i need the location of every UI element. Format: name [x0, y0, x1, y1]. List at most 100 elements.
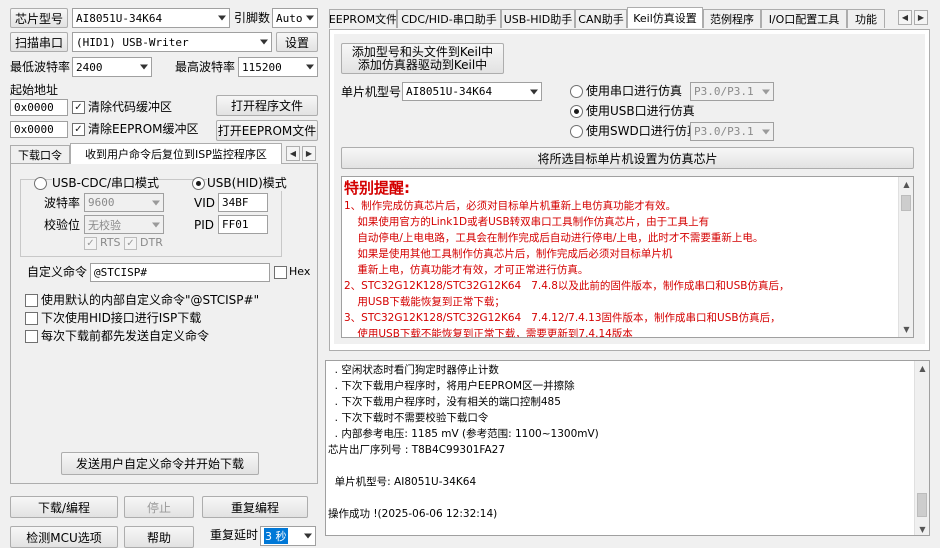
tab-reset-to-isp[interactable]: 收到用户命令后复位到ISP监控程序区 — [70, 143, 282, 164]
repeat-delay-select[interactable]: 3 秒 — [260, 526, 316, 546]
sim-swd-port-value: P3.0/P3.1 — [694, 125, 754, 138]
set-sim-chip-button[interactable]: 将所选目标单片机设置为仿真芯片 — [341, 147, 914, 169]
sim-swd-radio[interactable] — [570, 125, 583, 138]
chip-model-value: AI8051U-34K64 — [76, 11, 163, 25]
log-line: . 空闲状态时看门狗定时器停止计数 — [328, 364, 499, 376]
tab-keil-sim[interactable]: Keil仿真设置 — [627, 7, 703, 28]
code-addr-input[interactable]: 0x0000 — [10, 99, 68, 116]
start-addr-label: 起始地址 — [10, 83, 59, 97]
add-model-header-label: 添加型号和头文件到Keil中 — [351, 44, 494, 59]
default-cmd-checkbox[interactable] — [25, 294, 38, 307]
mcu-model-label: 单片机型号 — [341, 85, 402, 99]
mcu-model-select[interactable]: AI8051U-34K64 — [402, 82, 542, 101]
chevron-down-icon — [140, 64, 148, 70]
tab-functions[interactable]: 功能 — [847, 9, 885, 28]
stop-button[interactable]: 停止 — [124, 496, 194, 518]
sim-serial-port-select[interactable]: P3.0/P3.1 — [690, 82, 774, 101]
log-scrollbar[interactable]: ▲ ▼ — [914, 361, 929, 535]
tab-scroll-left-icon[interactable]: ◀ — [286, 146, 300, 161]
help-button[interactable]: 帮助 — [124, 526, 194, 548]
reprogram-button[interactable]: 重复编程 — [202, 496, 308, 518]
dtr-checkbox[interactable]: ✓ — [124, 237, 137, 250]
send-before-label: 每次下载前都先发送自定义命令 — [41, 329, 210, 343]
open-program-button[interactable]: 打开程序文件 — [216, 95, 318, 116]
sim-swd-port-select[interactable]: P3.0/P3.1 — [690, 122, 774, 141]
eeprom-addr-input[interactable]: 0x0000 — [10, 121, 68, 138]
scroll-up-icon[interactable]: ▲ — [915, 361, 929, 376]
clear-eeprom-label: 清除EEPROM缓冲区 — [88, 122, 199, 136]
download-button[interactable]: 下载/编程 — [10, 496, 118, 518]
clear-eeprom-checkbox[interactable]: ✓ — [72, 123, 85, 136]
chevron-down-icon — [306, 15, 314, 21]
tab-download-password[interactable]: 下载口令 — [10, 145, 70, 164]
notice-line: 自动停电/上电电路，工具会在制作完成后自动进行停电/上电，此时才不需要重新上电。 — [344, 232, 764, 244]
baud-label: 波特率 — [44, 196, 81, 210]
hid-next-label: 下次使用HID接口进行ISP下载 — [41, 311, 202, 325]
min-baud-select[interactable]: 2400 — [72, 57, 152, 77]
scroll-thumb[interactable] — [901, 195, 911, 211]
min-baud-label: 最低波特率 — [10, 60, 71, 74]
rts-checkbox[interactable]: ✓ — [84, 237, 97, 250]
right-tab-scroll-right-icon[interactable]: ▶ — [914, 10, 928, 25]
log-line: . 下次下载用户程序时，没有相关的端口控制485 — [328, 396, 561, 408]
hex-label: Hex — [289, 265, 311, 278]
max-baud-value: 115200 — [242, 60, 282, 74]
scan-port-button[interactable]: 扫描串口 — [10, 32, 68, 52]
scroll-down-icon[interactable]: ▼ — [915, 522, 929, 535]
usb-hid-mode-label: USB(HID)模式 — [207, 175, 287, 191]
send-custom-cmd-button[interactable]: 发送用户自定义命令并开始下载 — [61, 452, 259, 475]
notice-box: 特别提醒: 1、制作完成仿真芯片后，必须对目标单片机重新上电仿真功能才有效。 如… — [341, 176, 914, 338]
usb-cdc-mode-radio[interactable] — [34, 177, 47, 190]
notice-line: 3、STC32G12K128/STC32G12K64 7.4.12/7.4.13… — [344, 312, 781, 324]
chip-model-button[interactable]: 芯片型号 — [10, 8, 68, 28]
tab-eeprom-file[interactable]: EEPROM文件 — [329, 9, 397, 28]
clear-code-checkbox[interactable]: ✓ — [72, 101, 85, 114]
sim-usb-radio[interactable] — [570, 105, 583, 118]
tab-scroll-right-icon[interactable]: ▶ — [302, 146, 316, 161]
send-before-checkbox[interactable] — [25, 330, 38, 343]
right-tab-scroll-left-icon[interactable]: ◀ — [898, 10, 912, 25]
tab-can[interactable]: CAN助手 — [575, 9, 627, 28]
scroll-down-icon[interactable]: ▼ — [899, 322, 913, 337]
parity-select[interactable]: 无校验 — [84, 215, 164, 234]
chevron-down-icon — [260, 39, 268, 45]
usb-hid-mode-radio[interactable] — [192, 177, 205, 190]
open-eeprom-button[interactable]: 打开EEPROM文件 — [216, 120, 318, 141]
scroll-thumb[interactable] — [917, 493, 927, 517]
vid-input[interactable]: 34BF — [218, 193, 268, 212]
notice-line: 重新上电，仿真功能才有效，才可正常进行仿真。 — [344, 264, 589, 276]
port-value: (HID1) USB-Writer — [76, 35, 189, 49]
tab-usb-hid[interactable]: USB-HID助手 — [501, 9, 575, 28]
port-select[interactable]: (HID1) USB-Writer — [72, 32, 272, 52]
usb-cdc-mode-label: USB-CDC/串口模式 — [52, 175, 160, 191]
sim-serial-radio[interactable] — [570, 85, 583, 98]
notice-line: 使用USB下载不能恢复到正常下载，需要更新到7.4.14版本 — [344, 328, 633, 338]
add-to-keil-button[interactable]: 添加型号和头文件到Keil中 添加仿真器驱动到Keil中 — [341, 43, 504, 74]
tab-cdc-hid-serial[interactable]: CDC/HID-串口助手 — [397, 9, 501, 28]
max-baud-select[interactable]: 115200 — [238, 57, 318, 77]
notice-line: 1、制作完成仿真芯片后，必须对目标单片机重新上电仿真功能才有效。 — [344, 200, 677, 212]
settings-button[interactable]: 设置 — [276, 32, 318, 52]
sim-swd-label: 使用SWD口进行仿真 — [586, 124, 699, 138]
pid-input[interactable]: FF01 — [218, 215, 268, 234]
log-line: 单片机型号: AI8051U-34K64 — [328, 476, 477, 488]
chip-model-select[interactable]: AI8051U-34K64 — [72, 8, 230, 28]
tab-io-config[interactable]: I/O口配置工具 — [761, 9, 847, 28]
custom-cmd-input[interactable]: @STCISP# — [90, 263, 270, 282]
min-baud-value: 2400 — [76, 60, 103, 74]
log-line: . 下次下载用户程序时，将用户EEPROM区一并擦除 — [328, 380, 575, 392]
notice-line: 用USB下载能恢复到正常下载； — [344, 296, 505, 308]
pid-label: PID — [194, 218, 215, 232]
rts-label: RTS — [100, 236, 121, 249]
pins-select[interactable]: Auto — [272, 8, 318, 28]
hid-next-checkbox[interactable] — [25, 312, 38, 325]
notice-scrollbar[interactable]: ▲ ▼ — [898, 177, 913, 337]
pins-value: Auto — [276, 11, 303, 25]
baud-select[interactable]: 9600 — [84, 193, 164, 212]
baud-value: 9600 — [88, 196, 115, 209]
scroll-up-icon[interactable]: ▲ — [899, 177, 913, 192]
notice-line: 如果是使用其他工具制作仿真芯片后，制作完成后必须对目标单片机 — [344, 248, 673, 260]
check-mcu-button[interactable]: 检测MCU选项 — [10, 526, 118, 548]
hex-checkbox[interactable] — [274, 266, 287, 279]
tab-examples[interactable]: 范例程序 — [703, 9, 761, 28]
